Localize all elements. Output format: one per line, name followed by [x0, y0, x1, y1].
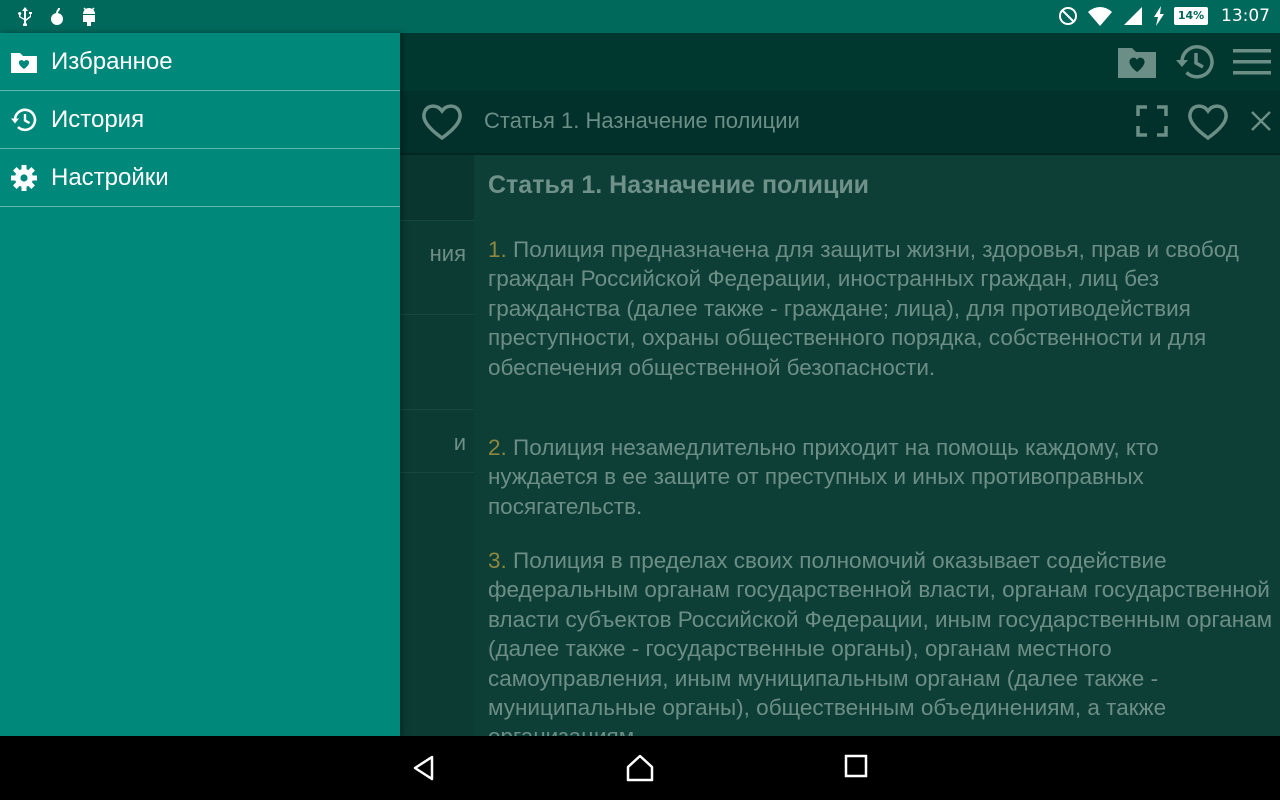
- back-icon[interactable]: [410, 754, 438, 782]
- status-left-icons: [16, 6, 98, 26]
- wifi-icon: [1087, 6, 1113, 26]
- notification-drop-icon: [48, 6, 66, 26]
- android-debug-icon: [80, 6, 98, 26]
- history-icon: [10, 106, 38, 134]
- status-time: 13:07: [1221, 6, 1270, 26]
- article-list: ния и: [400, 155, 474, 736]
- drawer-item-settings[interactable]: Настройки: [0, 149, 400, 207]
- paragraph-text: Полиция предназначена для защиты жизни, …: [488, 237, 1239, 380]
- article-tab-bar: Статья 1. Назначение полиции: [400, 91, 1280, 155]
- paragraph-number: 2.: [488, 435, 507, 460]
- drawer-item-label: Избранное: [51, 47, 173, 75]
- app-toolbar: [400, 33, 1280, 91]
- list-item-text: ния: [429, 241, 466, 266]
- article-paragraph: 2. Полиция незамедлительно приходит на п…: [488, 433, 1274, 521]
- article-content: Статья 1. Назначение полиции 1. Полиция …: [474, 155, 1280, 736]
- drawer-item-label: История: [51, 105, 145, 133]
- heart-outline-icon[interactable]: [420, 100, 464, 142]
- drawer-item-label: Настройки: [51, 163, 169, 191]
- favorite-article-heart-icon[interactable]: [1186, 100, 1230, 142]
- navigation-drawer: Избранное История Настройки: [0, 33, 400, 736]
- cell-signal-icon: [1122, 6, 1144, 26]
- paragraph-text: Полиция незамедлительно приходит на помо…: [488, 435, 1159, 519]
- recent-apps-icon[interactable]: [844, 754, 868, 778]
- paragraph-number: 1.: [488, 237, 507, 262]
- charging-bolt-icon: [1153, 6, 1165, 26]
- tab-title[interactable]: Статья 1. Назначение полиции: [484, 108, 800, 134]
- list-item-text: и: [453, 430, 466, 455]
- list-item[interactable]: [400, 155, 474, 221]
- usb-icon: [16, 6, 34, 26]
- history-icon[interactable]: [1174, 42, 1216, 82]
- drawer-item-history[interactable]: История: [0, 91, 400, 149]
- paragraph-text: Полиция в пределах своих полномочий оказ…: [488, 548, 1273, 736]
- list-item[interactable]: [400, 315, 474, 410]
- menu-icon[interactable]: [1232, 47, 1272, 77]
- do-not-disturb-icon: [1058, 6, 1078, 26]
- list-item[interactable]: ния: [400, 221, 474, 315]
- fullscreen-icon[interactable]: [1136, 105, 1168, 137]
- status-bar: 14% 13:07: [0, 0, 1280, 33]
- system-navigation-bar: [0, 736, 1280, 800]
- home-icon[interactable]: [625, 754, 655, 782]
- article-paragraph: 3. Полиция в пределах своих полномочий о…: [488, 546, 1274, 736]
- article-title: Статья 1. Назначение полиции: [488, 171, 870, 199]
- close-icon[interactable]: [1248, 108, 1274, 134]
- status-right-icons: 14% 13:07: [1058, 6, 1270, 26]
- list-item[interactable]: и: [400, 410, 474, 473]
- article-paragraph: 1. Полиция предназначена для защиты жизн…: [488, 235, 1274, 382]
- favorites-folder-icon[interactable]: [1116, 44, 1158, 80]
- battery-icon: 14%: [1174, 7, 1208, 25]
- gear-icon: [10, 164, 38, 192]
- paragraph-number: 3.: [488, 548, 507, 573]
- favorites-folder-icon: [10, 48, 38, 76]
- drawer-item-favorites[interactable]: Избранное: [0, 33, 400, 91]
